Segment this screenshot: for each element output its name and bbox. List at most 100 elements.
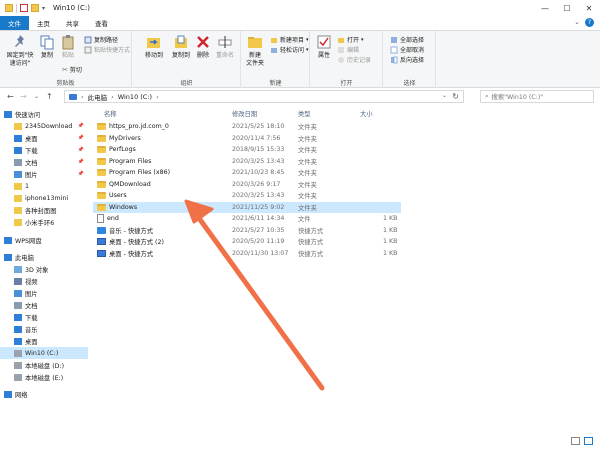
open-group: 属性 打开 ▾ 编辑 历史记录 打开 (311, 31, 383, 89)
sidebar-item[interactable]: 小米手环6 (0, 216, 88, 228)
sidebar-item[interactable]: 此电脑 (0, 251, 88, 263)
cut-button[interactable]: ✂ 剪切 (62, 65, 82, 75)
sidebar-item[interactable]: iphone13mini (0, 192, 88, 204)
sidebar-item[interactable]: 文档 📌 (0, 156, 88, 168)
file-row[interactable]: Windows 2021/11/25 9:02 文件夹 (93, 201, 401, 213)
large-icons-view-icon[interactable] (584, 437, 593, 445)
new-item-button[interactable]: 新建项目 ▾ (270, 35, 309, 44)
sidebar-item[interactable]: Win10 (C:) (0, 347, 88, 359)
tab-file[interactable]: 文件 (0, 16, 29, 30)
column-header-size[interactable]: 大小 (360, 108, 373, 119)
chevron-down-icon[interactable]: ▾ (42, 5, 45, 12)
copy-button[interactable]: 复制 (38, 34, 56, 60)
file-name-cell: QMDownload (97, 179, 151, 191)
sidebar-item[interactable]: 桌面 (0, 335, 88, 347)
sidebar-item[interactable]: 音乐 (0, 323, 88, 335)
new-folder-quick-icon[interactable] (31, 4, 39, 12)
invert-selection-button[interactable]: 反向选择 (390, 55, 424, 64)
sidebar-item[interactable]: 桌面 📌 (0, 132, 88, 144)
divider (16, 3, 17, 13)
select-none-button[interactable]: 全部取消 (390, 45, 424, 54)
file-row[interactable]: QMDownload 2020/3/26 9:17 文件夹 (93, 179, 401, 191)
tab-view[interactable]: 查看 (87, 16, 116, 30)
column-header-type[interactable]: 类型 (298, 108, 311, 119)
sidebar-item[interactable]: 本地磁盘 (D:) (0, 359, 88, 371)
file-row[interactable]: PerfLogs 2018/9/15 15:33 文件夹 (93, 144, 401, 156)
help-icon[interactable]: ? (585, 18, 594, 27)
address-bar[interactable]: › 此电脑 › Win10 (C:) › ⌄ ↻ (64, 90, 464, 103)
breadcrumb-item[interactable]: Win10 (C:) (118, 93, 152, 101)
copy-path-button[interactable]: 复制路径 (84, 35, 118, 44)
file-row[interactable]: Program Files (x86) 2021/10/23 8:45 文件夹 (93, 167, 401, 179)
chevron-down-icon[interactable]: ⌄ (574, 18, 580, 26)
file-row[interactable]: https_pro.jd.com_0 2021/5/25 18:10 文件夹 (93, 121, 401, 133)
sidebar-item[interactable]: 下载 (0, 311, 88, 323)
picture-icon (14, 289, 22, 297)
copy-to-button[interactable]: 复制到 (169, 34, 193, 60)
file-icon (97, 214, 104, 224)
tab-share[interactable]: 共享 (58, 16, 87, 30)
close-icon[interactable]: ✕ (578, 0, 600, 16)
paste-shortcut-button[interactable]: 粘贴快捷方式 (84, 45, 130, 54)
file-row[interactable]: 桌面 - 快捷方式 (2) 2020/5/20 11:19 快捷方式 1 KB (93, 236, 401, 248)
ribbon-tabs: 文件 主页 共享 查看 ⌄ ? (0, 16, 600, 30)
search-input[interactable]: ⌕ 搜索"Win10 (C:)" (480, 90, 594, 103)
select-all-button[interactable]: 全部选择 (390, 35, 424, 44)
sidebar-item[interactable]: 文档 (0, 299, 88, 311)
forward-icon[interactable]: → (20, 92, 27, 101)
delete-button[interactable]: 删除 (195, 34, 211, 60)
sidebar-item-label: 下载 (25, 147, 38, 155)
sidebar-item[interactable]: 2345Download 📌 (0, 120, 88, 132)
folder-icon (97, 192, 106, 200)
sidebar-item[interactable]: 本地磁盘 (E:) (0, 371, 88, 383)
maximize-icon[interactable]: ☐ (556, 0, 578, 16)
file-row[interactable]: Program Files 2020/3/25 13:43 文件夹 (93, 156, 401, 168)
edit-button[interactable]: 编辑 (337, 45, 359, 54)
properties-button[interactable]: 属性 (315, 34, 333, 60)
pin-quick-access-button[interactable]: 固定到"快 速访问" (3, 34, 37, 67)
properties-quick-icon[interactable] (20, 4, 28, 12)
move-to-button[interactable]: 移动到 (141, 34, 167, 60)
video-icon (14, 277, 22, 285)
file-row[interactable]: Users 2020/3/25 13:43 文件夹 (93, 190, 401, 202)
sidebar-item[interactable]: 网络 (0, 388, 88, 400)
recent-locations-icon[interactable]: ⌄ (34, 93, 39, 100)
file-row[interactable]: MyDrivers 2020/11/4 7:56 文件夹 (93, 133, 401, 145)
column-header-date[interactable]: 修改日期 (232, 108, 257, 119)
sidebar-item[interactable]: 1 (0, 180, 88, 192)
file-name: https_pro.jd.com_0 (109, 123, 169, 131)
file-name: end (107, 215, 119, 223)
sidebar-item[interactable]: 3D 对象 (0, 263, 88, 275)
column-header-name[interactable]: 名称 (104, 108, 117, 119)
new-group-label: 新建 (269, 80, 282, 87)
rename-button[interactable]: 重命名 (213, 34, 237, 60)
sidebar-item-label: Win10 (C:) (25, 349, 59, 357)
easy-access-button[interactable]: 轻松访问 ▾ (270, 45, 309, 54)
open-button[interactable]: 打开 ▾ (337, 35, 364, 44)
sidebar-item[interactable]: 快速访问 (0, 108, 88, 120)
download-icon (14, 313, 22, 321)
file-date: 2020/3/25 13:43 (232, 192, 285, 200)
minimize-icon[interactable]: — (534, 0, 556, 16)
breadcrumb-item[interactable]: 此电脑 (88, 92, 108, 102)
sidebar-item[interactable]: WPS网盘 (0, 234, 88, 246)
new-folder-button[interactable]: 新建 文件夹 (244, 34, 266, 67)
sidebar-item[interactable]: 图片 (0, 287, 88, 299)
refresh-icon[interactable]: ↻ (452, 92, 459, 101)
sidebar-item[interactable]: 下载 📌 (0, 144, 88, 156)
file-name: PerfLogs (109, 146, 136, 154)
details-view-icon[interactable] (571, 437, 580, 445)
folder-icon (14, 206, 22, 214)
chevron-down-icon[interactable]: ⌄ (442, 92, 447, 99)
sidebar-item[interactable]: 视频 (0, 275, 88, 287)
back-icon[interactable]: ← (7, 92, 14, 101)
up-icon[interactable]: ↑ (46, 92, 53, 101)
file-row[interactable]: 桌面 - 快捷方式 2020/11/30 13:07 快捷方式 1 KB (93, 248, 401, 260)
sidebar-item[interactable]: 各种封面图 (0, 204, 88, 216)
tab-home[interactable]: 主页 (29, 16, 58, 30)
file-row[interactable]: 音乐 - 快捷方式 2021/5/27 10:35 快捷方式 1 KB (93, 225, 401, 237)
sidebar-item[interactable]: 图片 📌 (0, 168, 88, 180)
file-row[interactable]: end 2021/6/11 14:34 文件 1 KB (93, 213, 401, 225)
history-button[interactable]: 历史记录 (337, 55, 371, 64)
paste-button[interactable]: 粘贴 (59, 34, 77, 60)
